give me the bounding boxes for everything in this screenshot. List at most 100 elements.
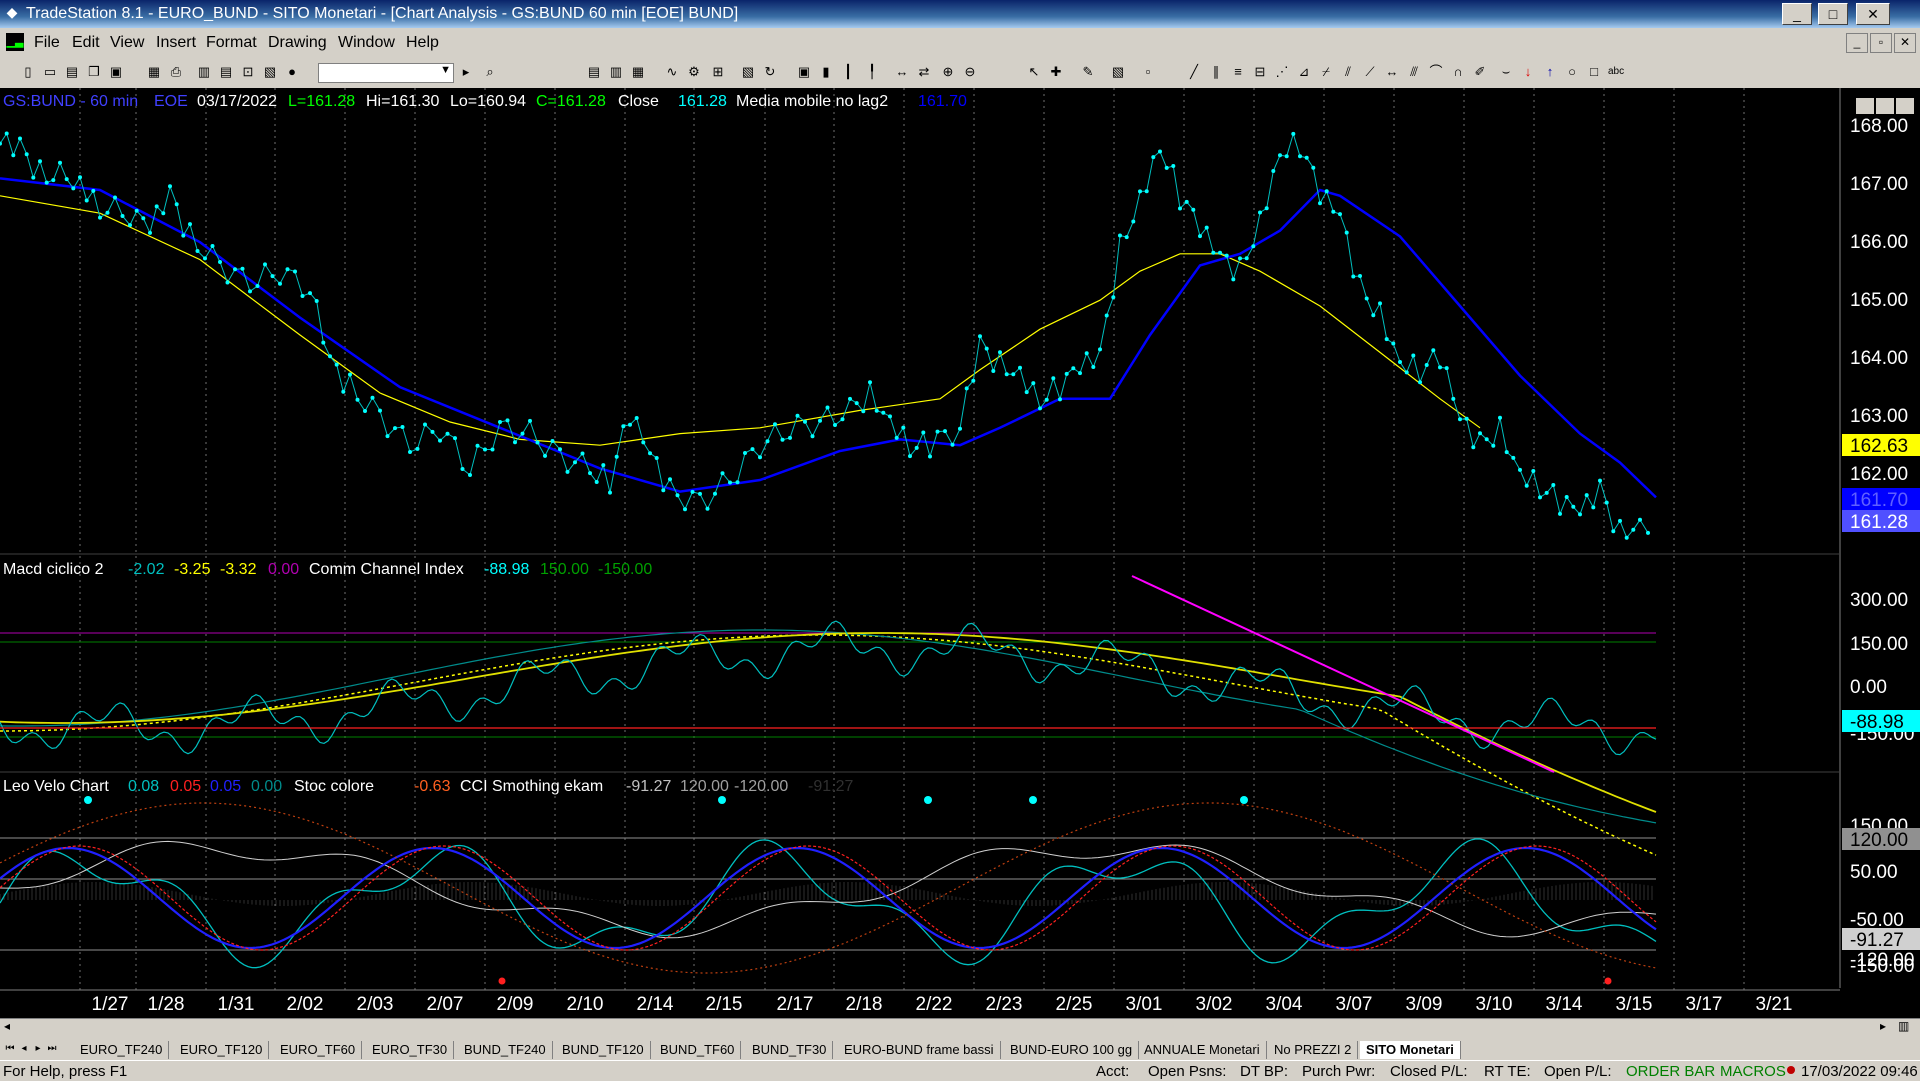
candlestick-icon[interactable]: ┃: [840, 64, 856, 80]
zoom-in-icon[interactable]: ⊕: [940, 64, 956, 80]
cycle-icon[interactable]: ∩: [1450, 64, 1466, 80]
menu-format[interactable]: Format: [206, 34, 257, 52]
menu-file[interactable]: File: [34, 34, 60, 52]
tab-euro-bund-frame-bassi[interactable]: EURO-BUND frame bassi: [838, 1041, 1001, 1059]
bar-chart-icon[interactable]: ▮: [818, 64, 834, 80]
new-workspace-icon[interactable]: ▤: [64, 64, 80, 80]
find-symbol-icon[interactable]: ⌕: [482, 64, 498, 80]
subwindow-minimize-button[interactable]: [1856, 98, 1874, 114]
arrow-down-icon[interactable]: ↓: [1520, 64, 1536, 80]
andrews-pitchfork-icon[interactable]: ⫽: [1340, 64, 1356, 80]
freehand-icon[interactable]: ✐: [1472, 64, 1488, 80]
tab-bund-euro-100gg[interactable]: BUND-EURO 100 gg: [1004, 1041, 1140, 1059]
menu-drawing[interactable]: Drawing: [268, 34, 327, 52]
tab-euro-tf60[interactable]: EURO_TF60: [274, 1041, 363, 1059]
trendline-tool-icon[interactable]: ╱: [1186, 64, 1202, 80]
save-icon[interactable]: ▣: [108, 64, 124, 80]
tab-last-icon[interactable]: ⏭: [46, 1043, 58, 1054]
symbol-combo[interactable]: ▼: [318, 63, 454, 83]
print-icon[interactable]: ⎙: [168, 64, 184, 80]
tab-euro-tf120[interactable]: EURO_TF120: [174, 1041, 270, 1059]
mdi-restore-button[interactable]: ▫: [1870, 33, 1892, 53]
tab-no-prezzi-2[interactable]: No PREZZI 2: [1268, 1041, 1359, 1059]
gann-fan-icon[interactable]: ⋰: [1274, 64, 1290, 80]
insert-indicator-icon[interactable]: ▧: [1110, 64, 1126, 80]
ray-icon[interactable]: ↔: [1384, 64, 1400, 80]
regression-icon[interactable]: ⟋: [1362, 64, 1378, 80]
new-file-icon[interactable]: ▯: [20, 64, 36, 80]
line-chart-icon[interactable]: ╿: [864, 64, 880, 80]
scroll-right-arrow-icon[interactable]: ▸: [1880, 1019, 1886, 1033]
scroll-left-icon[interactable]: ↔: [894, 64, 910, 80]
price-panel[interactable]: [0, 131, 1657, 540]
copy-icon[interactable]: ❐: [86, 64, 102, 80]
crosshair-icon[interactable]: ✚: [1048, 64, 1064, 80]
scroll-right-icon[interactable]: ⇄: [916, 64, 932, 80]
tab-bund-tf240[interactable]: BUND_TF240: [458, 1041, 553, 1059]
tab-bund-tf120[interactable]: BUND_TF120: [556, 1041, 651, 1059]
print-preview-icon[interactable]: ▦: [146, 64, 162, 80]
chart-window-icon[interactable]: ▁▃: [6, 33, 24, 51]
vertical-lines-icon[interactable]: ∥: [1208, 64, 1224, 80]
menu-help[interactable]: Help: [406, 34, 439, 52]
parallel-lines-icon[interactable]: ⫻: [1406, 64, 1422, 80]
refresh-icon[interactable]: ↻: [762, 64, 778, 80]
open-folder-icon[interactable]: ▭: [42, 64, 58, 80]
mdi-minimize-button[interactable]: _: [1846, 33, 1868, 53]
horizontal-scrollbar[interactable]: ◂ ▸ ▥: [0, 1018, 1920, 1035]
horizontal-lines-icon[interactable]: ≡: [1230, 64, 1246, 80]
chart-window-icon[interactable]: ▥: [196, 64, 212, 80]
macros-button[interactable]: MACROS: [1720, 1063, 1786, 1080]
matrix-icon[interactable]: ▣: [796, 64, 812, 80]
menu-view[interactable]: View: [110, 34, 144, 52]
ellipse-icon[interactable]: ○: [1564, 64, 1580, 80]
tab-next-icon[interactable]: ▸: [32, 1043, 44, 1054]
tab-prev-icon[interactable]: ◂: [18, 1043, 30, 1054]
mdi-close-button[interactable]: ✕: [1894, 33, 1916, 53]
arrow-up-icon[interactable]: ↑: [1542, 64, 1558, 80]
layout-2-icon[interactable]: ▥: [608, 64, 624, 80]
tab-bund-tf60[interactable]: BUND_TF60: [654, 1041, 742, 1059]
curve-icon[interactable]: ⌣: [1498, 64, 1514, 80]
tab-sito-monetari[interactable]: SITO Monetari: [1360, 1041, 1461, 1059]
tab-euro-tf30[interactable]: EURO_TF30: [366, 1041, 455, 1059]
maximize-button[interactable]: □: [1818, 3, 1848, 25]
tradestation-app-icon[interactable]: ◆: [3, 4, 21, 22]
disabled-icon[interactable]: ▫: [1140, 64, 1156, 80]
scroll-handle-icon[interactable]: ▥: [1898, 1019, 1909, 1033]
arc-icon[interactable]: ⌒: [1428, 64, 1444, 80]
tab-annuale-monetari[interactable]: ANNUALE Monetari: [1138, 1041, 1267, 1059]
lock-icon[interactable]: ⊡: [240, 64, 256, 80]
fibonacci-icon[interactable]: ⊿: [1296, 64, 1312, 80]
menu-edit[interactable]: Edit: [72, 34, 100, 52]
chart-window[interactable]: 168.00 167.00 166.00 165.00 164.00 163.0…: [0, 88, 1920, 1032]
channel-icon[interactable]: ⊟: [1252, 64, 1268, 80]
indicator-icon[interactable]: ∿: [664, 64, 680, 80]
radar-screen-icon[interactable]: ▤: [218, 64, 234, 80]
close-button[interactable]: ✕: [1856, 3, 1890, 25]
scroll-left-arrow-icon[interactable]: ◂: [4, 1019, 10, 1033]
news-icon[interactable]: ●: [284, 64, 300, 80]
rectangle-icon[interactable]: □: [1586, 64, 1602, 80]
order-bar-button[interactable]: ORDER BAR: [1626, 1063, 1715, 1080]
go-arrow-icon[interactable]: ▸: [458, 64, 474, 80]
subwindow-restore-button[interactable]: [1876, 98, 1894, 114]
subwindow-close-button[interactable]: [1896, 98, 1914, 114]
order-entry-icon[interactable]: ▧: [262, 64, 278, 80]
speed-lines-icon[interactable]: ⌿: [1318, 64, 1334, 80]
layout-1-icon[interactable]: ▤: [586, 64, 602, 80]
tab-euro-tf240[interactable]: EURO_TF240: [74, 1041, 170, 1059]
chart-svg[interactable]: 168.00 167.00 166.00 165.00 164.00 163.0…: [0, 88, 1920, 1032]
layout-3-icon[interactable]: ▦: [630, 64, 646, 80]
text-tool-icon[interactable]: abc: [1608, 64, 1624, 80]
zoom-out-icon[interactable]: ⊖: [962, 64, 978, 80]
tab-first-icon[interactable]: ⏮: [4, 1043, 16, 1054]
strategy-icon[interactable]: ⚙: [686, 64, 702, 80]
chart-type-icon[interactable]: ⊞: [710, 64, 726, 80]
minimize-button[interactable]: _: [1782, 3, 1812, 25]
velo-stoc-panel[interactable]: [0, 796, 1657, 985]
pointer-icon[interactable]: ↖: [1026, 64, 1042, 80]
trendline[interactable]: [1131, 575, 1555, 773]
menu-window[interactable]: Window: [338, 34, 395, 52]
format-symbol-icon[interactable]: ▧: [740, 64, 756, 80]
